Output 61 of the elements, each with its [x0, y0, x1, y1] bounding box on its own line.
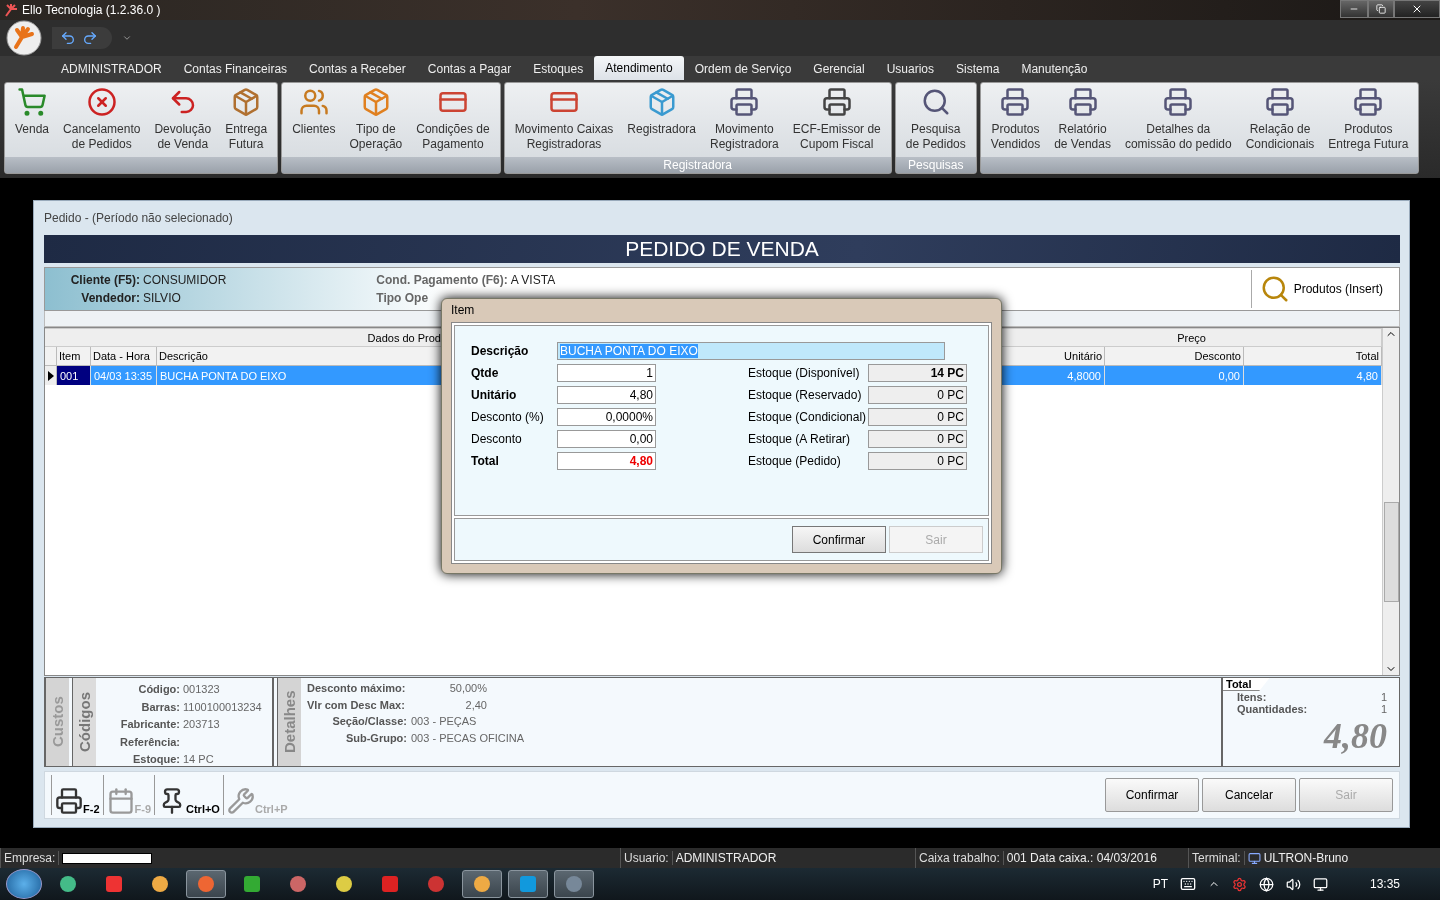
group-caption: Pesquisas: [908, 158, 964, 172]
field-value: 2,40: [464, 697, 487, 713]
status-value: ADMINISTRADOR: [675, 851, 777, 865]
field-value: CONSUMIDOR: [143, 273, 227, 287]
readonly-field: 0 PC: [868, 408, 967, 426]
field-label: Cond. Pagamento (F6):: [376, 273, 508, 287]
dialog-title: Item: [451, 303, 476, 319]
field-value: 14 PC: [183, 752, 215, 767]
field-label: Desconto máximo:: [307, 681, 407, 696]
page-heading: PEDIDO DE VENDA: [625, 237, 819, 261]
field-label: Vlr com Desc Max:: [307, 697, 406, 713]
readonly-field: 0 PC: [868, 386, 967, 404]
field-label: Sub-Grupo:: [344, 730, 407, 746]
field-value: 003 - PEÇAS: [411, 714, 477, 729]
field-label: Desconto: [471, 431, 523, 448]
field-label: Estoque:: [131, 752, 180, 767]
field-label: Estoque (Pedido): [748, 453, 842, 470]
readonly-field: 0 PC: [868, 452, 967, 470]
window-title: Ello Tecnologia (1.2.36.0 ): [22, 3, 162, 17]
field-label: Qtde: [471, 365, 500, 382]
field-value: 1: [1380, 703, 1387, 715]
table-cell: 04/03 13:35: [91, 366, 157, 385]
field-value: SILVIO: [143, 291, 182, 305]
field-label: Estoque (A Retirar): [748, 431, 852, 448]
status-value: 001 Data caixa.: 04/03/2016: [1006, 851, 1157, 865]
field-value: 1: [1380, 691, 1387, 703]
field-label: Itens:: [1237, 691, 1267, 703]
field-label: Cliente (F5):: [69, 273, 140, 287]
status-label: Usuario:: [624, 851, 673, 865]
field-label: Total: [471, 453, 500, 470]
field-label: Desconto (%): [471, 409, 545, 426]
window-title: Pedido - (Período não selecionado): [44, 210, 234, 227]
field-label: Seção/Classe:: [331, 714, 407, 729]
field-label: Fabricante:: [119, 717, 180, 732]
field-value: 50,00%: [448, 681, 487, 696]
field-label: Vendedor:: [80, 291, 140, 305]
table-cell: 001: [57, 366, 91, 385]
field-value: 203713: [183, 717, 221, 732]
field-value: 003 - PECAS OFICINA: [411, 730, 525, 746]
field-label: Tipo Ope: [376, 291, 430, 305]
group-caption: Registradora: [663, 158, 733, 172]
column-group-header: Preço: [1002, 328, 1382, 347]
field-label: Código:: [137, 682, 180, 697]
field-label: Quantidades:: [1237, 703, 1308, 715]
field-value: 1100100013234: [183, 699, 263, 715]
status-label: Empresa:: [4, 851, 60, 865]
status-label: Caixa trabalho:: [919, 851, 1004, 865]
field-value: 001323: [183, 682, 221, 697]
field-label: Referência:: [119, 734, 180, 750]
field-label: Estoque (Disponível): [748, 365, 861, 382]
field-label: Estoque (Condicional): [748, 409, 868, 426]
field-label: Barras:: [140, 699, 180, 715]
field-label: Estoque (Reservado): [748, 387, 863, 404]
field-label: Unitário: [471, 387, 518, 404]
total-amount: 4,80: [1324, 715, 1388, 757]
readonly-field: 14 PC: [868, 364, 967, 382]
status-value: ULTRON-Bruno: [1263, 851, 1349, 865]
totals-title: Total: [1223, 678, 1270, 691]
status-label: Terminal:: [1192, 851, 1245, 865]
readonly-field: 0 PC: [868, 430, 967, 448]
field-value: A VISTA: [510, 273, 556, 287]
